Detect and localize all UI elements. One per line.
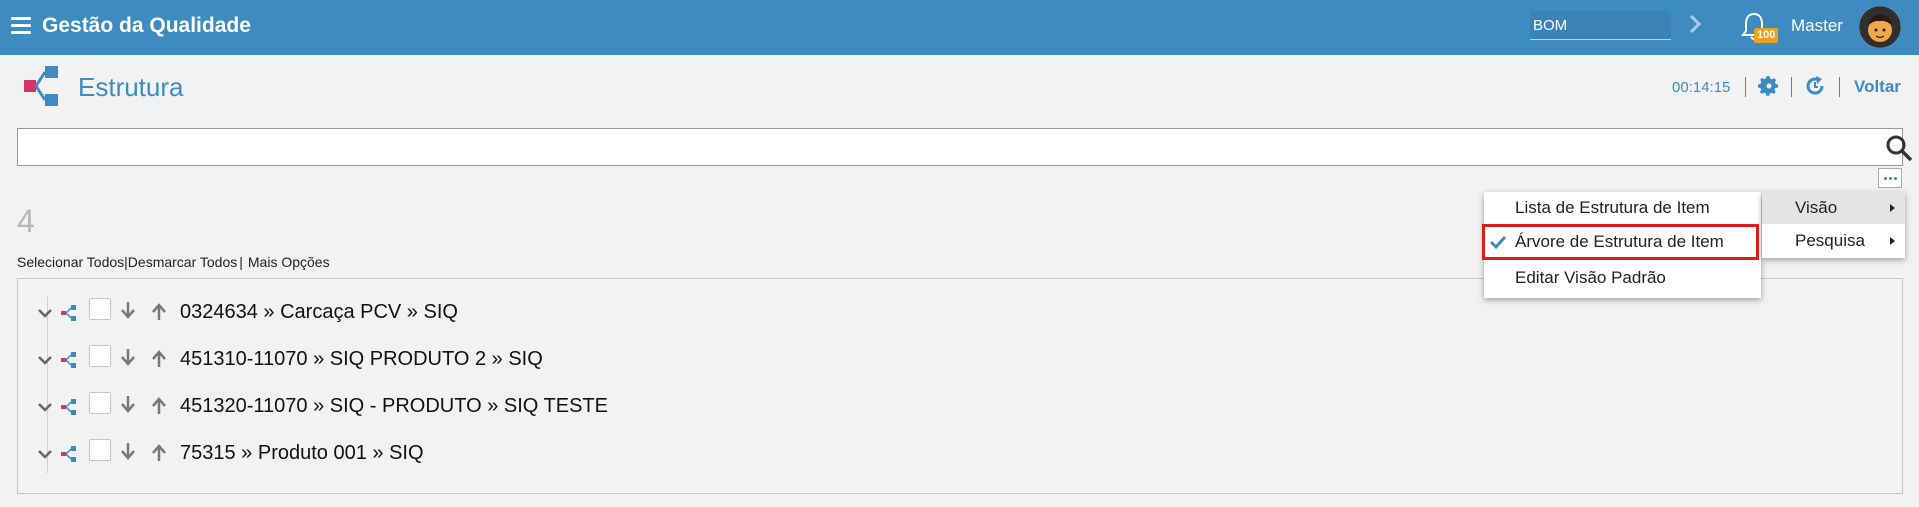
expand-icon[interactable] [37, 446, 53, 462]
caret-right-icon [1890, 204, 1895, 212]
menu-item-pesquisa[interactable]: Pesquisa [1762, 225, 1905, 257]
menu-item-label: Pesquisa [1795, 231, 1865, 250]
more-icon[interactable] [1878, 168, 1902, 188]
arrow-down-icon[interactable] [120, 395, 136, 413]
list-item-label[interactable]: 75315 » Produto 001 » SIQ [180, 442, 424, 465]
divider [1791, 77, 1792, 97]
divider [1745, 77, 1746, 97]
structure-icon [24, 66, 58, 106]
gear-icon[interactable] [1757, 74, 1781, 98]
menu-item-tree-view[interactable]: Árvore de Estrutura de Item [1515, 232, 1724, 252]
list-item: 451310-11070 » SIQ PRODUTO 2 » SIQ [37, 345, 837, 375]
list-item-label[interactable]: 451310-11070 » SIQ PRODUTO 2 » SIQ [180, 348, 543, 371]
list-item: 451320-11070 » SIQ - PRODUTO » SIQ TESTE [37, 392, 837, 422]
list-item-label[interactable]: 451320-11070 » SIQ - PRODUTO » SIQ TESTE [180, 395, 608, 418]
row-checkbox[interactable] [89, 298, 111, 320]
arrow-down-icon[interactable] [120, 301, 136, 319]
avatar-icon [1859, 6, 1901, 48]
expand-icon[interactable] [37, 399, 53, 415]
divider [1839, 77, 1840, 97]
arrow-up-icon[interactable] [151, 303, 167, 321]
menu-item-label: Visão [1795, 198, 1838, 217]
menu-icon[interactable] [11, 17, 31, 35]
menu-item-edit-default-view[interactable]: Editar Visão Padrão [1515, 268, 1666, 288]
notification-badge: 100 [1754, 28, 1779, 43]
tree-icon [61, 352, 76, 368]
select-all-link[interactable]: Selecionar Todos [17, 254, 124, 270]
search-input[interactable] [18, 129, 1858, 165]
tree-icon [61, 399, 76, 415]
more-options-link[interactable]: Mais Opções [248, 254, 330, 270]
expand-icon[interactable] [37, 305, 53, 321]
search-icon[interactable] [1885, 134, 1913, 162]
menu-item-list-view[interactable]: Lista de Estrutura de Item [1515, 198, 1710, 218]
tree-icon [61, 446, 76, 462]
top-bar: Gestão da Qualidade 100 Master [0, 0, 1919, 55]
selection-actions: Selecionar Todos|Desmarcar Todos | Mais Op… [17, 254, 330, 270]
result-count: 4 [17, 203, 35, 239]
arrow-up-icon[interactable] [151, 350, 167, 368]
deselect-all-link[interactable]: Desmarcar Todos [128, 254, 237, 270]
list-item: 0324634 » Carcaça PCV » SIQ [37, 298, 837, 328]
view-submenu: Lista de Estrutura de Item Árvore de Est… [1482, 192, 1761, 298]
search-bar [17, 128, 1913, 166]
arrow-down-icon[interactable] [120, 442, 136, 460]
caret-right-icon [1890, 237, 1895, 245]
tree-list: 0324634 » Carcaça PCV » SIQ 451310-11070… [17, 278, 1903, 494]
row-checkbox[interactable] [89, 439, 111, 461]
divider: | [239, 254, 243, 270]
expand-icon[interactable] [37, 352, 53, 368]
row-checkbox[interactable] [89, 345, 111, 367]
menu-item-visao[interactable]: Visão [1762, 192, 1905, 224]
arrow-up-icon[interactable] [151, 444, 167, 462]
avatar[interactable] [1859, 6, 1901, 48]
arrow-up-icon[interactable] [151, 397, 167, 415]
refresh-icon[interactable] [1803, 74, 1827, 98]
row-checkbox[interactable] [89, 392, 111, 414]
chevron-right-icon[interactable] [1684, 13, 1706, 35]
options-menu: Visão Pesquisa [1762, 192, 1905, 258]
app-title: Gestão da Qualidade [42, 14, 251, 37]
back-link[interactable]: Voltar [1854, 77, 1901, 97]
header-search-input[interactable] [1530, 11, 1671, 40]
arrow-down-icon[interactable] [120, 348, 136, 366]
session-timer: 00:14:15 [1672, 79, 1731, 96]
list-item-label[interactable]: 0324634 » Carcaça PCV » SIQ [180, 301, 458, 324]
check-icon [1489, 235, 1507, 250]
tree-icon [61, 305, 76, 321]
page-title: Estrutura [78, 72, 184, 102]
list-item: 75315 » Produto 001 » SIQ [37, 439, 837, 469]
user-name[interactable]: Master [1791, 16, 1843, 36]
